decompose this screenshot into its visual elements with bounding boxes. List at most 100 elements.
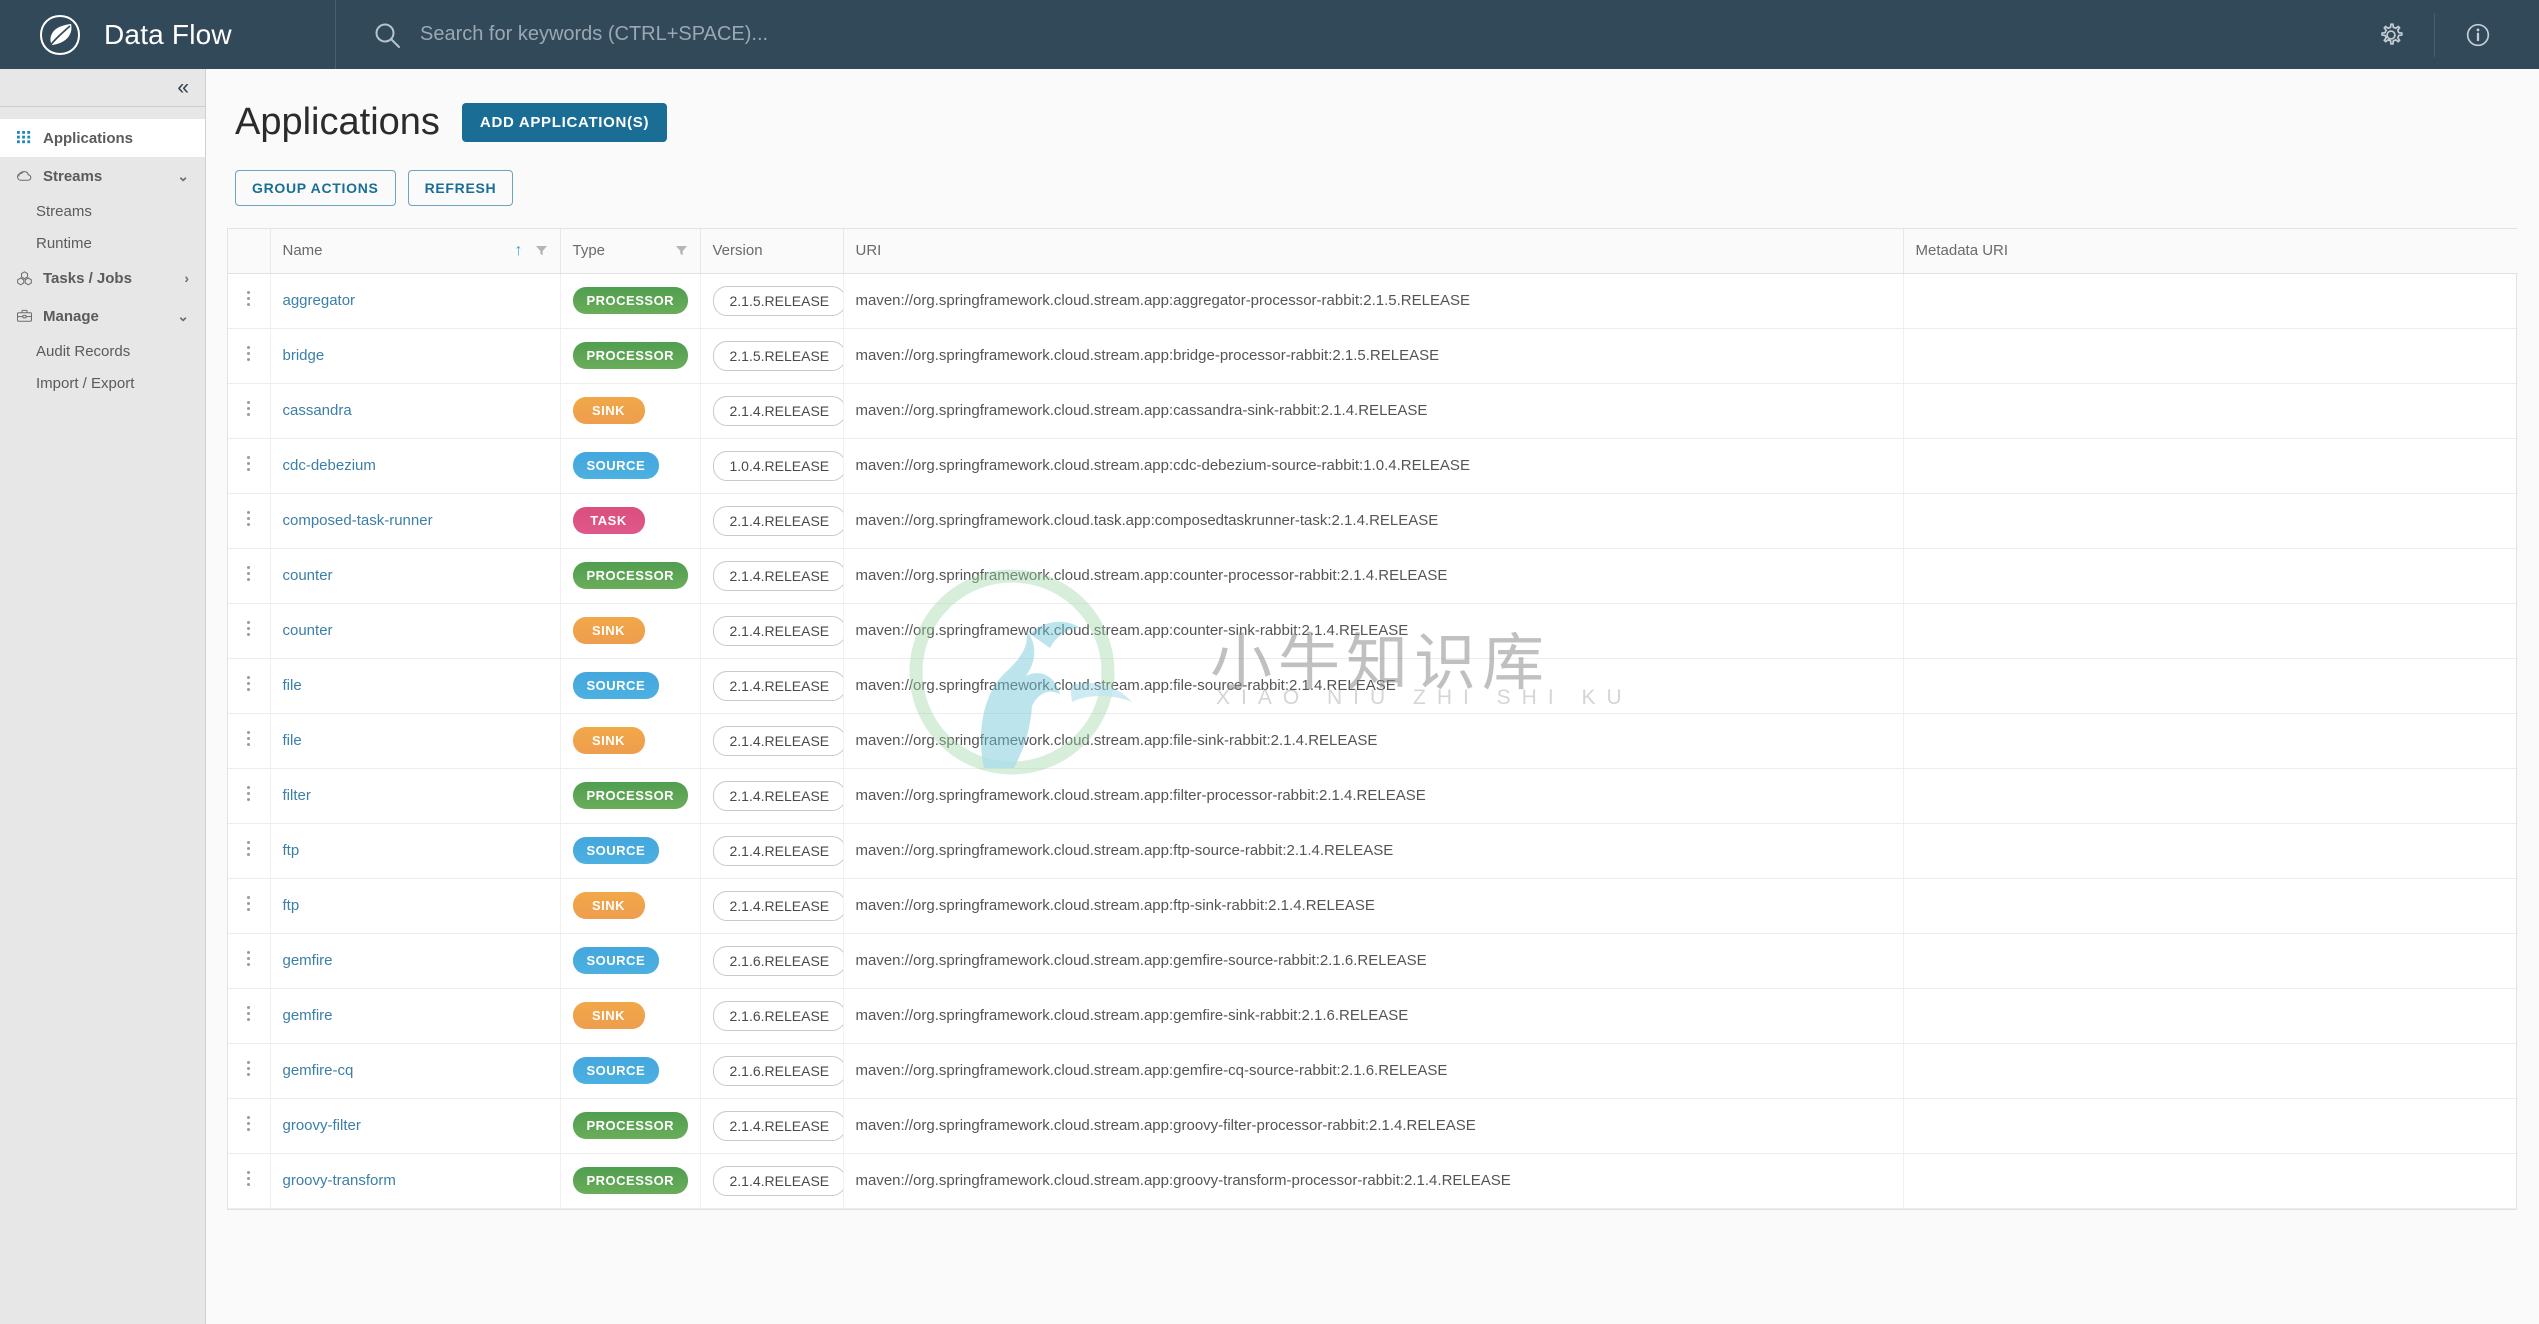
- table-row[interactable]: file SOURCE 2.1.4.RELEASE maven://org.sprin…: [228, 658, 2518, 714]
- row-menu-cell[interactable]: [228, 823, 270, 879]
- version-pill[interactable]: 2.1.4.RELEASE: [712, 505, 843, 536]
- table-row[interactable]: composed-task-runner TASK 2.1.4.RELEASE mav…: [228, 493, 2518, 549]
- kebab-menu-icon[interactable]: [239, 1109, 258, 1138]
- kebab-menu-icon[interactable]: [239, 614, 258, 643]
- application-name-link[interactable]: counter: [283, 622, 333, 639]
- table-row[interactable]: gemfire SOURCE 2.1.6.RELEASE maven://org.sp…: [228, 933, 2518, 989]
- sidebar-item-applications[interactable]: Applications: [0, 119, 205, 157]
- kebab-menu-icon[interactable]: [239, 724, 258, 753]
- row-menu-cell[interactable]: [228, 713, 270, 769]
- application-name-link[interactable]: cdc-debezium: [283, 457, 376, 474]
- application-name-link[interactable]: bridge: [283, 347, 325, 364]
- table-row[interactable]: aggregator PROCESSOR 2.1.5.RELEASE maven://…: [228, 273, 2518, 329]
- kebab-menu-icon[interactable]: [239, 669, 258, 698]
- version-pill[interactable]: 2.1.5.RELEASE: [712, 340, 843, 371]
- sidebar-item-audit-records[interactable]: Audit Records: [0, 335, 205, 367]
- kebab-menu-icon[interactable]: [239, 284, 258, 313]
- version-pill[interactable]: 1.0.4.RELEASE: [712, 450, 843, 481]
- application-name-link[interactable]: ftp: [283, 842, 300, 859]
- version-pill[interactable]: 2.1.4.RELEASE: [712, 615, 843, 646]
- table-row[interactable]: groovy-filter PROCESSOR 2.1.4.RELEASE maven…: [228, 1098, 2518, 1154]
- kebab-menu-icon[interactable]: [239, 559, 258, 588]
- sort-ascending-icon[interactable]: ↑: [515, 242, 523, 260]
- application-name-link[interactable]: gemfire: [283, 952, 333, 969]
- row-menu-cell[interactable]: [228, 328, 270, 384]
- row-menu-cell[interactable]: [228, 548, 270, 604]
- add-applications-button[interactable]: ADD APPLICATION(S): [461, 103, 668, 142]
- kebab-menu-icon[interactable]: [239, 944, 258, 973]
- row-menu-cell[interactable]: [228, 988, 270, 1044]
- table-row[interactable]: gemfire-cq SOURCE 2.1.6.RELEASE maven://org…: [228, 1043, 2518, 1099]
- table-row[interactable]: cdc-debezium SOURCE 1.0.4.RELEASE maven://o…: [228, 438, 2518, 494]
- refresh-button[interactable]: REFRESH: [407, 170, 514, 206]
- application-name-link[interactable]: groovy-filter: [283, 1117, 361, 1134]
- application-name-link[interactable]: counter: [283, 567, 333, 584]
- table-row[interactable]: groovy-transform PROCESSOR 2.1.4.RELEASE ma…: [228, 1153, 2518, 1209]
- table-row[interactable]: cassandra SINK 2.1.4.RELEASE maven://org.sp…: [228, 383, 2518, 439]
- row-menu-cell[interactable]: [228, 493, 270, 549]
- sidebar-collapse-button[interactable]: «: [0, 69, 205, 107]
- kebab-menu-icon[interactable]: [239, 889, 258, 918]
- application-name-link[interactable]: gemfire: [283, 1007, 333, 1024]
- column-header-type[interactable]: Type: [559, 229, 700, 274]
- version-pill[interactable]: 2.1.6.RELEASE: [712, 1055, 843, 1086]
- column-header-metadata-uri[interactable]: Metadata URI: [1902, 229, 2518, 274]
- kebab-menu-icon[interactable]: [239, 1164, 258, 1193]
- application-name-link[interactable]: file: [283, 732, 302, 749]
- version-pill[interactable]: 2.1.4.RELEASE: [712, 835, 843, 866]
- table-row[interactable]: counter SINK 2.1.4.RELEASE maven://org.spri…: [228, 603, 2518, 659]
- table-row[interactable]: bridge PROCESSOR 2.1.5.RELEASE maven://org.…: [228, 328, 2518, 384]
- row-menu-cell[interactable]: [228, 273, 270, 329]
- row-menu-cell[interactable]: [228, 1098, 270, 1154]
- row-menu-cell[interactable]: [228, 383, 270, 439]
- application-name-link[interactable]: cassandra: [283, 402, 352, 419]
- table-row[interactable]: ftp SINK 2.1.4.RELEASE maven://org.springfr…: [228, 878, 2518, 934]
- kebab-menu-icon[interactable]: [239, 1054, 258, 1083]
- version-pill[interactable]: 2.1.6.RELEASE: [712, 1000, 843, 1031]
- sidebar-group-manage[interactable]: Manage ⌄: [0, 297, 205, 335]
- table-row[interactable]: file SINK 2.1.4.RELEASE maven://org.springf…: [228, 713, 2518, 769]
- row-menu-cell[interactable]: [228, 438, 270, 494]
- sidebar-group-tasks-jobs[interactable]: Tasks / Jobs ›: [0, 259, 205, 297]
- application-name-link[interactable]: ftp: [283, 897, 300, 914]
- sidebar-item-runtime[interactable]: Runtime: [0, 227, 205, 259]
- brand[interactable]: Data Flow: [0, 0, 336, 69]
- table-row[interactable]: counter PROCESSOR 2.1.4.RELEASE maven://org…: [228, 548, 2518, 604]
- sidebar-group-streams[interactable]: Streams ⌄: [0, 157, 205, 195]
- group-actions-button[interactable]: GROUP ACTIONS: [235, 170, 396, 206]
- table-row[interactable]: filter PROCESSOR 2.1.4.RELEASE maven://org.…: [228, 768, 2518, 824]
- row-menu-cell[interactable]: [228, 603, 270, 659]
- row-menu-cell[interactable]: [228, 768, 270, 824]
- version-pill[interactable]: 2.1.5.RELEASE: [712, 285, 843, 316]
- column-header-name[interactable]: Name ↑: [269, 229, 560, 274]
- row-menu-cell[interactable]: [228, 1153, 270, 1209]
- kebab-menu-icon[interactable]: [239, 779, 258, 808]
- column-header-version[interactable]: Version: [699, 229, 843, 274]
- version-pill[interactable]: 2.1.4.RELEASE: [712, 395, 843, 426]
- version-pill[interactable]: 2.1.4.RELEASE: [712, 1110, 843, 1141]
- application-name-link[interactable]: composed-task-runner: [283, 512, 433, 529]
- sidebar-item-import-export[interactable]: Import / Export: [0, 367, 205, 399]
- row-menu-cell[interactable]: [228, 878, 270, 934]
- table-row[interactable]: ftp SOURCE 2.1.4.RELEASE maven://org.spring…: [228, 823, 2518, 879]
- version-pill[interactable]: 2.1.4.RELEASE: [712, 780, 843, 811]
- application-name-link[interactable]: file: [283, 677, 302, 694]
- filter-icon[interactable]: [675, 244, 688, 257]
- version-pill[interactable]: 2.1.6.RELEASE: [712, 945, 843, 976]
- version-pill[interactable]: 2.1.4.RELEASE: [712, 725, 843, 756]
- application-name-link[interactable]: groovy-transform: [283, 1172, 396, 1189]
- kebab-menu-icon[interactable]: [239, 449, 258, 478]
- kebab-menu-icon[interactable]: [239, 834, 258, 863]
- table-row[interactable]: gemfire SINK 2.1.6.RELEASE maven://org.spri…: [228, 988, 2518, 1044]
- application-name-link[interactable]: aggregator: [283, 292, 356, 309]
- kebab-menu-icon[interactable]: [239, 339, 258, 368]
- sidebar-item-streams[interactable]: Streams: [0, 195, 205, 227]
- version-pill[interactable]: 2.1.4.RELEASE: [712, 560, 843, 591]
- info-circle-icon[interactable]: [2447, 0, 2509, 69]
- kebab-menu-icon[interactable]: [239, 394, 258, 423]
- filter-icon[interactable]: [535, 244, 548, 257]
- version-pill[interactable]: 2.1.4.RELEASE: [712, 890, 843, 921]
- search-input[interactable]: [420, 23, 1320, 46]
- application-name-link[interactable]: gemfire-cq: [283, 1062, 354, 1079]
- kebab-menu-icon[interactable]: [239, 999, 258, 1028]
